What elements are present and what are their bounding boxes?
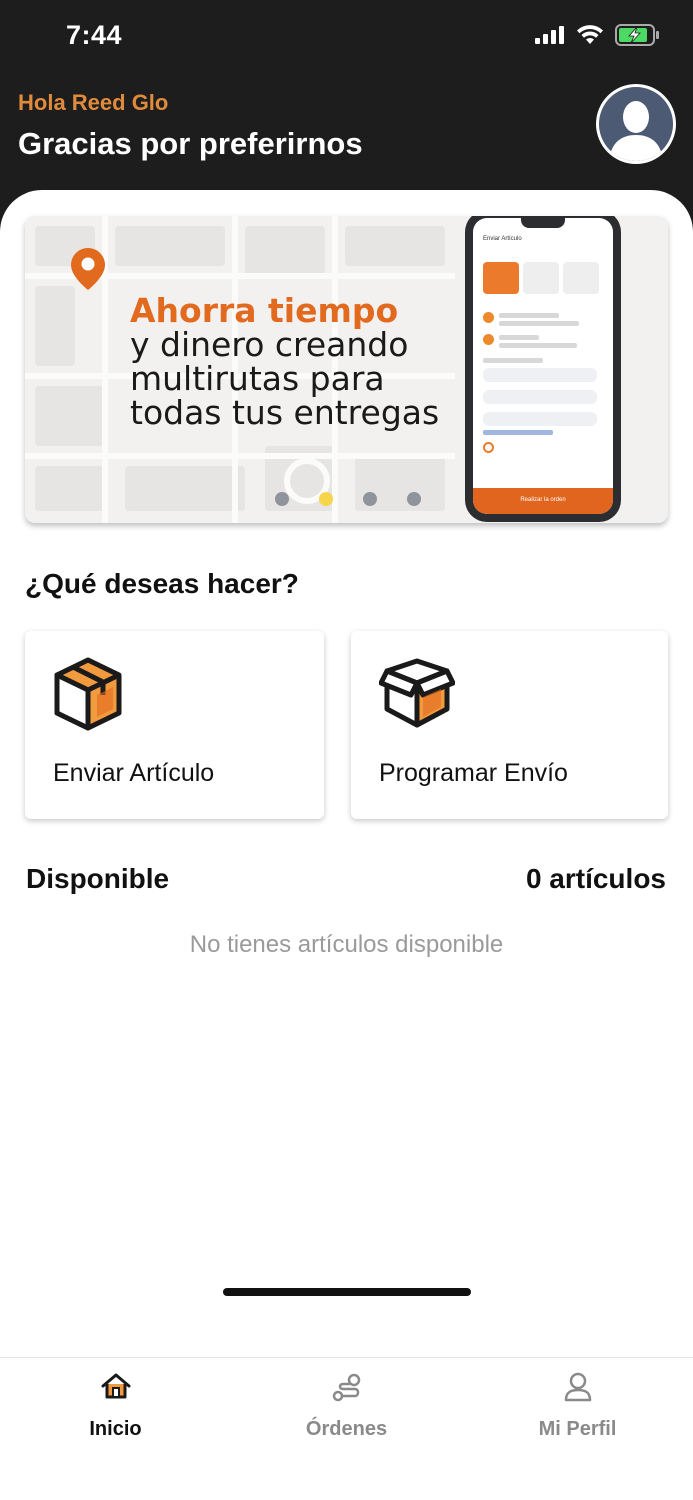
main-content: Ahorra tiempo y dinero creando multiruta…: [0, 190, 693, 1500]
phone-order-button-label: Realizar la orden: [520, 497, 566, 503]
nav-item-profile[interactable]: Mi Perfil: [462, 1358, 693, 1458]
home-icon: [101, 1373, 130, 1399]
greeting: Hola Reed Glo: [18, 90, 169, 115]
carousel-dot-active[interactable]: [319, 492, 333, 506]
phone-text-line: [499, 335, 539, 340]
phone-text-line: [483, 430, 553, 435]
phone-order-button: Realizar la orden: [473, 488, 613, 514]
phone-field: [483, 412, 597, 426]
banner-line: multirutas para: [130, 359, 385, 398]
nav-label: Mi Perfil: [538, 1418, 617, 1440]
phone-screen-title: Enviar Artículo: [483, 236, 522, 242]
route-icon: [332, 1373, 360, 1402]
phone-field: [483, 390, 597, 404]
nav-label: Órdenes: [305, 1418, 388, 1440]
banner-line: y dinero creando: [130, 325, 409, 364]
nav-item-orders[interactable]: Órdenes: [231, 1358, 462, 1458]
phone-vehicle-cards: [483, 262, 599, 294]
signal-icon: [535, 26, 564, 44]
carousel-dot[interactable]: [363, 492, 377, 506]
phone-route-number: [483, 334, 494, 345]
available-title: Disponible: [26, 863, 170, 894]
status-icons: [535, 24, 659, 46]
schedule-shipment-card[interactable]: Programar Envío: [351, 631, 668, 819]
phone-screen: Enviar Artículo Realizar la orden: [473, 218, 613, 514]
phone-text-line: [499, 313, 559, 318]
phone-text-line: [499, 343, 577, 348]
banner-text: Ahorra tiempo y dinero creando multiruta…: [130, 294, 439, 430]
phone-mockup: Enviar Artículo Realizar la orden: [465, 216, 621, 522]
send-item-card[interactable]: Enviar Artículo: [25, 631, 324, 819]
status-time: 7:44: [66, 20, 123, 50]
phone-text-line: [483, 358, 543, 363]
phone-card: [523, 262, 559, 294]
phone-card: [483, 262, 519, 294]
bottom-nav: Inicio Órdenes Mi Perfil: [0, 1357, 693, 1500]
user-icon: [564, 1372, 591, 1402]
user-silhouette-icon: [609, 101, 663, 161]
phone-notch: [521, 218, 565, 228]
phone-route-number: [483, 312, 494, 323]
battery-icon: [615, 24, 659, 46]
banner-line: todas tus entregas: [130, 393, 440, 432]
carousel-dots: [275, 492, 421, 506]
phone-add-icon: [483, 442, 494, 453]
location-pin-icon: [71, 248, 105, 290]
schedule-shipment-label: Programar Envío: [379, 759, 568, 787]
nav-label: Inicio: [89, 1418, 142, 1440]
wifi-icon: [577, 25, 603, 44]
carousel-dot[interactable]: [407, 492, 421, 506]
avatar[interactable]: [596, 84, 676, 164]
send-item-label: Enviar Artículo: [53, 759, 215, 787]
page-title: Gracias por preferirnos: [18, 126, 363, 161]
available-count: 0 artículos: [525, 863, 666, 894]
section-title: ¿Qué deseas hacer?: [25, 568, 299, 599]
nav-item-home[interactable]: Inicio: [0, 1358, 231, 1458]
phone-card: [563, 262, 599, 294]
promo-banner[interactable]: Ahorra tiempo y dinero creando multiruta…: [25, 216, 668, 523]
phone-field: [483, 368, 597, 382]
empty-message: No tienes artículos disponible: [189, 931, 504, 958]
box-open-icon: [379, 658, 455, 728]
phone-text-line: [499, 321, 579, 326]
home-indicator: [223, 1288, 471, 1296]
banner-highlight: Ahorra tiempo: [130, 291, 399, 330]
box-closed-icon: [54, 657, 122, 731]
carousel-dot[interactable]: [275, 492, 289, 506]
